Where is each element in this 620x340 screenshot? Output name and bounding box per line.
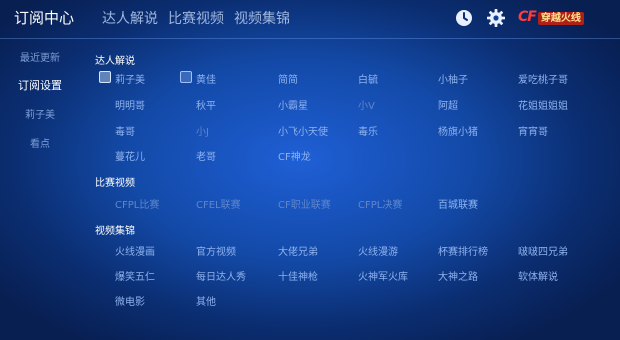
list-item[interactable]: 啵啵四兄弟 (518, 243, 568, 258)
sidebar-item-liziemei[interactable]: 莉子美 (0, 106, 80, 121)
list-item[interactable]: 小飞小天使 (278, 123, 328, 138)
list-item[interactable]: 小柚子 (438, 71, 468, 86)
list-item[interactable]: 明明哥 (115, 97, 145, 112)
list-item[interactable]: 微电影 (115, 293, 145, 308)
list-item[interactable]: 大佬兄弟 (278, 243, 318, 258)
tab-subscription-center[interactable]: 订阅中心 (14, 7, 74, 28)
list-item[interactable]: CFPL比赛 (115, 196, 159, 211)
clock-icon[interactable] (454, 8, 474, 28)
sidebar-item-highlights[interactable]: 看点 (0, 135, 80, 150)
crossfire-logo: CF 穿越火线 (518, 9, 614, 27)
list-item[interactable]: 小霸星 (278, 97, 308, 112)
tab-expert-commentary[interactable]: 达人解说 (102, 8, 158, 28)
list-item[interactable]: 官方视频 (196, 243, 236, 258)
list-item[interactable]: 秋平 (196, 97, 216, 112)
section-title-video-highlights: 视频集锦 (95, 226, 135, 237)
list-item[interactable]: 简简 (278, 71, 298, 86)
list-item[interactable]: 软体解说 (518, 268, 558, 283)
section-title-match-videos: 比赛视频 (95, 178, 135, 189)
list-item[interactable]: 白毓 (358, 71, 378, 86)
list-item[interactable]: 宵宵哥 (518, 123, 548, 138)
tab-match-videos[interactable]: 比赛视频 (168, 8, 224, 28)
list-item[interactable]: CF神龙 (278, 148, 311, 163)
list-item[interactable]: 小J (196, 123, 209, 138)
logo-mark: CF (518, 9, 537, 25)
list-item[interactable]: 蔓花儿 (115, 148, 145, 163)
list-item[interactable]: 火神军火库 (358, 268, 408, 283)
list-item[interactable]: 爱吃桃子哥 (518, 71, 568, 86)
list-item[interactable]: CFEL联赛 (196, 196, 241, 211)
sidebar-item-recent-updates[interactable]: 最近更新 (0, 49, 80, 64)
list-item[interactable]: 火线漫游 (358, 243, 398, 258)
list-item[interactable]: 阿超 (438, 97, 458, 112)
list-item[interactable]: CF职业联赛 (278, 196, 331, 211)
list-item[interactable]: 杯赛排行榜 (438, 243, 488, 258)
list-item[interactable]: 其他 (196, 293, 216, 308)
tab-video-highlights[interactable]: 视频集锦 (234, 8, 290, 28)
top-navigation-bar: 订阅中心 达人解说 比赛视频 视频集锦 CF 穿越火线 (0, 0, 620, 39)
checkbox[interactable] (99, 71, 111, 83)
list-item[interactable]: 大神之路 (438, 268, 478, 283)
list-item[interactable]: 黄佳 (196, 71, 216, 86)
section-title-expert-commentary: 达人解说 (95, 56, 135, 67)
list-item[interactable]: 百城联赛 (438, 196, 478, 211)
sidebar-item-subscription-settings[interactable]: 订阅设置 (0, 77, 80, 93)
list-item[interactable]: 莉子美 (115, 71, 145, 86)
list-item[interactable]: 杨旗小猪 (438, 123, 478, 138)
list-item[interactable]: 每日达人秀 (196, 268, 246, 283)
list-item[interactable]: 老哥 (196, 148, 216, 163)
list-item[interactable]: 火线漫画 (115, 243, 155, 258)
list-item[interactable]: 毒哥 (115, 123, 135, 138)
list-item[interactable]: 十佳神枪 (278, 268, 318, 283)
logo-name: 穿越火线 (537, 12, 584, 25)
list-item[interactable]: 毒乐 (358, 123, 378, 138)
checkbox[interactable] (180, 71, 192, 83)
list-item[interactable]: CFPL决赛 (358, 196, 402, 211)
list-item[interactable]: 爆笑五仁 (115, 268, 155, 283)
list-item[interactable]: 小V (358, 97, 375, 112)
gear-icon[interactable] (486, 8, 506, 28)
list-item[interactable]: 花姐姐姐姐 (518, 97, 568, 112)
